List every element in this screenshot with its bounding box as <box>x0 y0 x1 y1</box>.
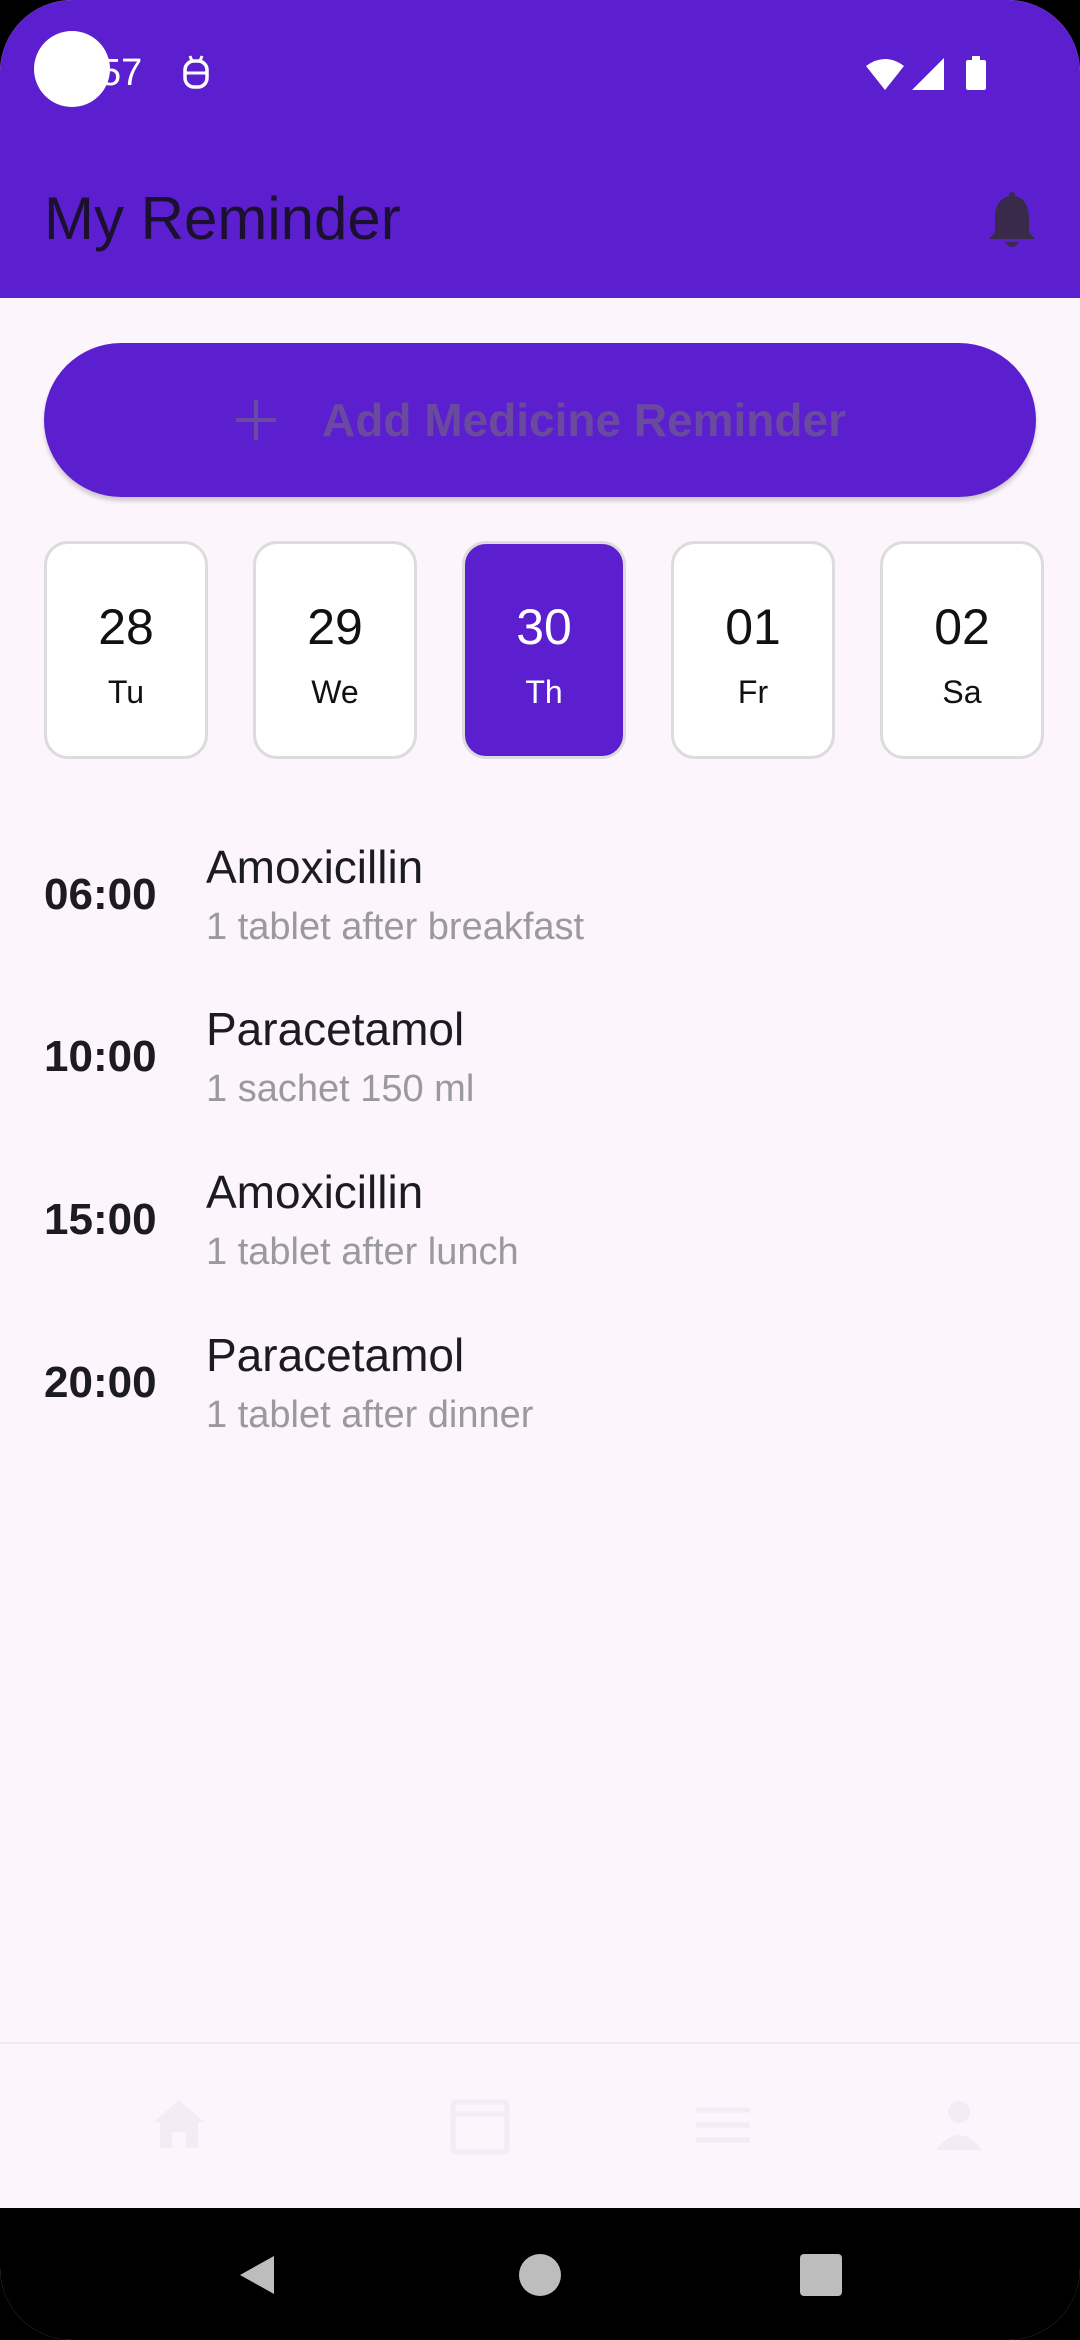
date-number: 28 <box>98 599 154 655</box>
reminder-medicine-name: Paracetamol <box>206 1003 465 1055</box>
list-icon[interactable] <box>688 2090 758 2160</box>
status-bar: 57 <box>0 0 1080 150</box>
reminder-medicine-name: Amoxicillin <box>206 841 424 893</box>
date-card-01[interactable]: 01 Fr <box>671 541 835 759</box>
wifi-icon <box>866 59 904 90</box>
home-icon[interactable] <box>144 2090 214 2160</box>
reminder-time: 10:00 <box>44 1032 157 1081</box>
reminder-time: 06:00 <box>44 870 157 919</box>
battery-icon <box>966 56 986 90</box>
profile-icon[interactable] <box>924 2090 994 2160</box>
android-debug-icon <box>183 55 209 89</box>
date-card-28[interactable]: 28 Tu <box>44 541 208 759</box>
add-medicine-reminder-button[interactable]: Add Medicine Reminder <box>44 343 1036 497</box>
reminder-dosage-note: 1 tablet after lunch <box>206 1231 519 1273</box>
reminder-medicine-name: Amoxicillin <box>206 1166 424 1218</box>
calendar-icon[interactable] <box>445 2090 515 2160</box>
add-button-label: Add Medicine Reminder <box>322 394 846 446</box>
reminder-item[interactable]: 20:00 Paracetamol 1 tablet after dinner <box>0 1318 1080 1468</box>
bell-icon[interactable] <box>984 192 1040 252</box>
bottom-navigation <box>0 2042 1080 2210</box>
reminder-item[interactable]: 15:00 Amoxicillin 1 tablet after lunch <box>0 1155 1080 1305</box>
reminder-time: 15:00 <box>44 1195 157 1244</box>
date-card-02[interactable]: 02 Sa <box>880 541 1044 759</box>
top-app-area: 57 My Reminder <box>0 0 1080 298</box>
date-weekday: We <box>311 674 359 710</box>
date-weekday: Th <box>525 674 563 710</box>
system-navigation-bar <box>0 2208 1080 2340</box>
date-weekday: Fr <box>737 674 769 710</box>
back-icon[interactable] <box>234 2252 280 2298</box>
recents-icon[interactable] <box>798 2252 844 2298</box>
page-title: My Reminder <box>44 185 401 252</box>
date-weekday: Tu <box>107 674 145 710</box>
plus-icon <box>236 400 277 440</box>
reminder-item[interactable]: 06:00 Amoxicillin 1 tablet after breakfa… <box>0 830 1080 980</box>
date-card-30-selected[interactable]: 30 Th <box>462 541 626 759</box>
signal-icon <box>912 58 944 90</box>
app-screen: 57 My Reminder Add Medicine Reminder 28 … <box>0 0 1080 2340</box>
date-number: 01 <box>725 599 781 655</box>
reminder-item[interactable]: 10:00 Paracetamol 1 sachet 150 ml <box>0 992 1080 1142</box>
date-number: 29 <box>307 599 363 655</box>
camera-cutout <box>34 31 110 107</box>
status-indicators <box>866 56 986 90</box>
date-weekday: Sa <box>942 674 982 710</box>
status-time: 57 <box>100 52 143 94</box>
home-button-icon[interactable] <box>517 2252 563 2298</box>
reminder-time: 20:00 <box>44 1358 157 1407</box>
reminder-medicine-name: Paracetamol <box>206 1329 465 1381</box>
date-card-29[interactable]: 29 We <box>253 541 417 759</box>
date-number: 30 <box>516 599 572 655</box>
reminder-dosage-note: 1 tablet after breakfast <box>206 906 585 948</box>
date-number: 02 <box>934 599 990 655</box>
reminder-dosage-note: 1 sachet 150 ml <box>206 1068 475 1110</box>
reminder-dosage-note: 1 tablet after dinner <box>206 1394 534 1436</box>
